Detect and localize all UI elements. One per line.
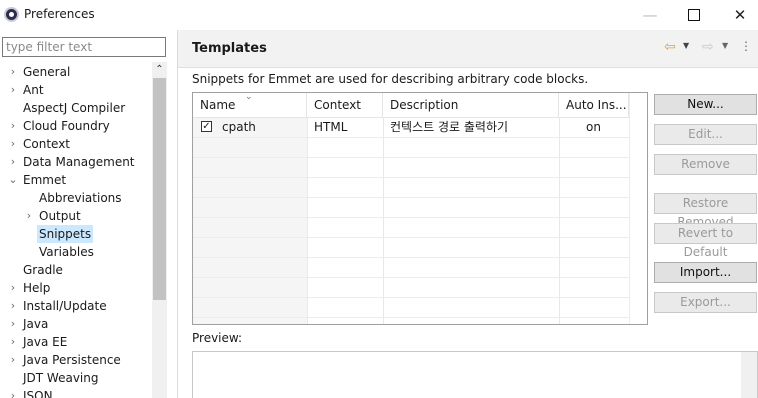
cell-auto-insert: on xyxy=(586,120,601,134)
forward-arrow-icon[interactable]: ⇨ xyxy=(702,39,714,55)
tree-item-label: JDT Weaving xyxy=(23,371,99,385)
tree-item-label: Emmet xyxy=(23,173,67,187)
column-header-auto-insert[interactable]: Auto Ins... xyxy=(559,93,629,117)
expand-chevron-icon[interactable]: › xyxy=(8,153,18,171)
revert-to-default-button[interactable]: Revert to Default xyxy=(654,223,757,259)
scroll-up-icon[interactable]: ⌃ xyxy=(152,64,167,76)
expand-chevron-icon[interactable]: › xyxy=(8,297,18,315)
row-gridline xyxy=(193,177,629,178)
expand-chevron-icon[interactable]: › xyxy=(8,117,18,135)
maximize-icon xyxy=(688,9,700,21)
forward-dropdown-icon[interactable]: ▼ xyxy=(722,41,728,50)
import-button[interactable]: Import... xyxy=(654,262,757,283)
tree-item-label: Abbreviations xyxy=(39,191,122,205)
remove-button[interactable]: Remove xyxy=(654,154,757,175)
preview-label: Preview: xyxy=(192,331,243,345)
row-gridline xyxy=(193,137,629,138)
preferences-tree: › General › Ant AspectJ Compiler › Cloud Found… xyxy=(0,62,152,398)
expand-chevron-icon[interactable]: › xyxy=(8,333,18,351)
row-gridline xyxy=(193,257,629,258)
new-button[interactable]: New... xyxy=(654,94,757,115)
column-divider xyxy=(383,117,384,324)
tree-item-label: Snippets xyxy=(37,225,94,243)
back-arrow-icon[interactable]: ⇦ xyxy=(664,39,676,55)
eclipse-app-icon xyxy=(4,7,19,22)
table-row[interactable]: ✓ cpath HTML 컨텍스트 경로 출력하기 on xyxy=(193,117,629,137)
page-header: Templates ⇦ ▼ ⇨ ▼ ⋮ xyxy=(178,30,758,68)
expand-chevron-icon[interactable]: › xyxy=(8,81,18,99)
expand-chevron-icon[interactable]: › xyxy=(24,207,34,225)
tree-item-label: Java Persistence xyxy=(23,353,121,367)
tree-scrollbar-thumb[interactable] xyxy=(153,78,166,300)
templates-table[interactable]: ⌄ Name Context Description Auto Ins... ✓… xyxy=(192,92,648,325)
tree-scrollbar[interactable]: ⌃ xyxy=(152,62,167,398)
tree-item-label: Ant xyxy=(23,83,44,97)
tree-item-label: Data Management xyxy=(23,155,135,169)
tree-item-label: Java EE xyxy=(23,335,68,349)
expand-chevron-icon[interactable]: › xyxy=(8,387,18,398)
minimize-button[interactable]: — xyxy=(627,0,673,30)
column-divider xyxy=(559,117,560,324)
tree-item-label: Context xyxy=(23,137,71,151)
enabled-checkbox[interactable]: ✓ xyxy=(201,121,212,132)
tree-item-label: AspectJ Compiler xyxy=(23,101,126,115)
column-header-context[interactable]: Context xyxy=(307,93,383,117)
tree-item-label: Java xyxy=(23,317,49,331)
expand-chevron-icon[interactable]: › xyxy=(8,351,18,369)
view-menu-icon[interactable]: ⋮ xyxy=(740,39,752,53)
column-divider xyxy=(307,117,308,324)
sort-arrow-icon: ⌄ xyxy=(245,92,253,102)
minimize-icon: — xyxy=(642,6,658,24)
window-title: Preferences xyxy=(24,7,95,21)
close-icon: ✕ xyxy=(733,6,747,24)
page-description: Snippets for Emmet are used for describi… xyxy=(192,72,589,86)
expand-chevron-icon[interactable]: › xyxy=(8,279,18,297)
tree-item-label: General xyxy=(23,65,71,79)
cell-context: HTML xyxy=(314,120,348,134)
expand-chevron-icon[interactable]: › xyxy=(8,315,18,333)
column-header-description[interactable]: Description xyxy=(383,93,559,117)
tree-item-label: Cloud Foundry xyxy=(23,119,110,133)
row-gridline xyxy=(193,217,629,218)
tree-item-label: JSON xyxy=(23,389,53,398)
title-bar: Preferences — ✕ xyxy=(0,0,758,30)
table-header: ⌄ Name Context Description Auto Ins... xyxy=(193,93,629,118)
close-button[interactable]: ✕ xyxy=(717,0,758,30)
row-gridline xyxy=(193,157,629,158)
table-scrollbar[interactable] xyxy=(629,93,647,324)
tree-item-label: Output xyxy=(39,209,81,223)
cell-name: cpath xyxy=(222,120,256,134)
tree-item-label: Variables xyxy=(39,245,94,259)
collapse-chevron-icon[interactable]: ⌄ xyxy=(8,171,18,189)
edit-button[interactable]: Edit... xyxy=(654,124,757,145)
name-column-background xyxy=(193,117,307,324)
tree-item-label: Gradle xyxy=(23,263,63,277)
maximize-button[interactable] xyxy=(671,0,717,30)
cell-description: 컨텍스트 경로 출력하기 xyxy=(390,120,509,134)
page-title: Templates xyxy=(192,41,267,56)
restore-removed-button[interactable]: Restore Removed xyxy=(654,193,757,229)
back-dropdown-icon[interactable]: ▼ xyxy=(683,41,689,50)
tree-item-label: Help xyxy=(23,281,51,295)
pane-divider[interactable] xyxy=(177,30,178,398)
expand-chevron-icon[interactable]: › xyxy=(8,63,18,81)
preview-scrollbar[interactable] xyxy=(741,352,757,398)
row-gridline xyxy=(193,277,629,278)
tree-item-label: Install/Update xyxy=(23,299,107,313)
filter-input[interactable] xyxy=(2,37,166,57)
row-gridline xyxy=(193,237,629,238)
row-gridline xyxy=(193,297,629,298)
column-header-name[interactable]: ⌄ Name xyxy=(193,93,307,117)
row-gridline xyxy=(193,197,629,198)
preview-area[interactable] xyxy=(192,351,758,398)
export-button[interactable]: Export... xyxy=(654,292,757,313)
row-gridline xyxy=(193,317,629,318)
expand-chevron-icon[interactable]: › xyxy=(8,135,18,153)
